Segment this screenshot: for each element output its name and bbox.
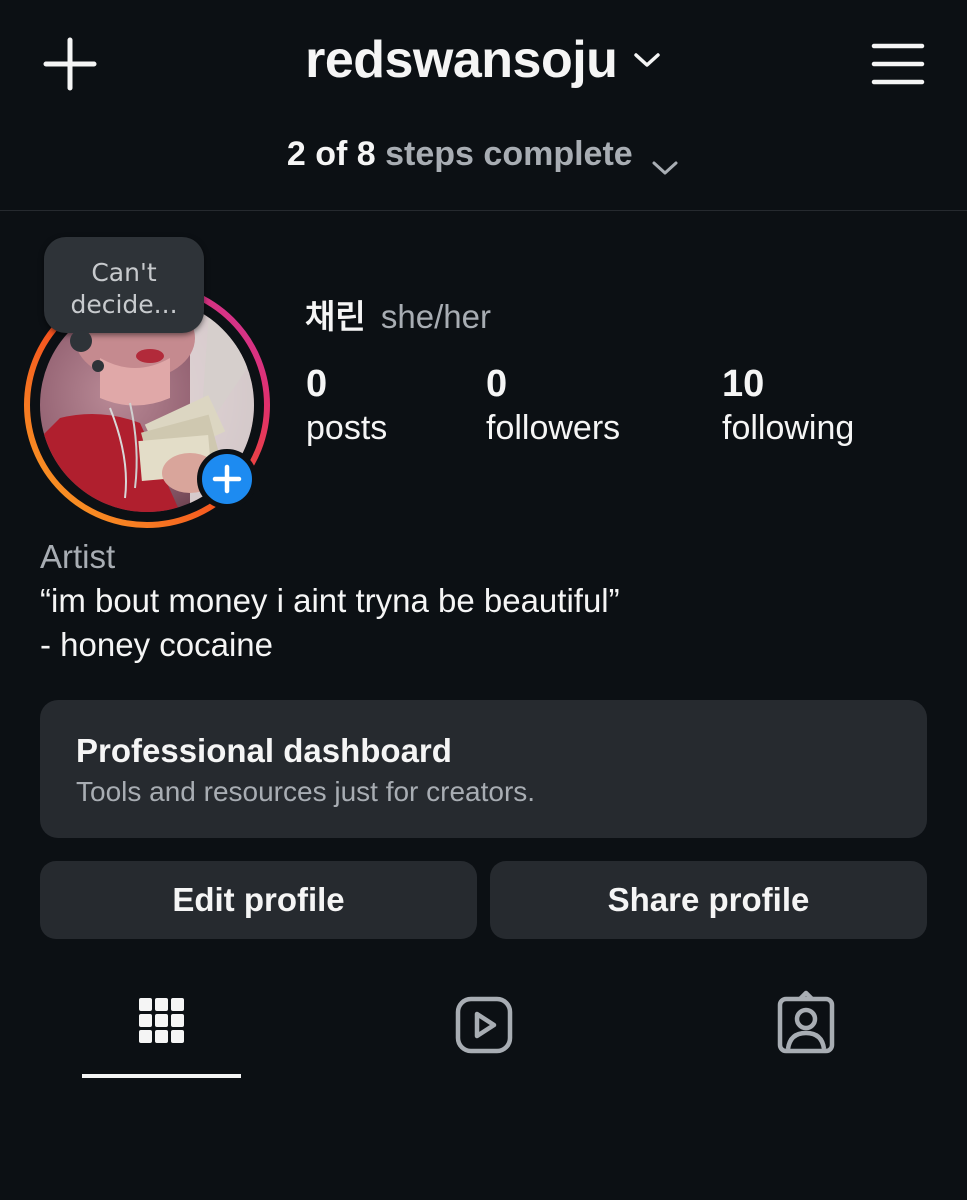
tab-reels[interactable] (434, 985, 534, 1065)
pronouns: she/her (380, 298, 491, 335)
account-switcher[interactable]: redswansoju (0, 30, 967, 90)
reels-icon (455, 996, 513, 1054)
menu-icon[interactable] (868, 40, 928, 88)
grid-icon (139, 998, 184, 1043)
stat-following[interactable]: 10 following (722, 362, 854, 450)
stat-followers-label: followers (486, 409, 621, 447)
share-profile-button[interactable]: Share profile (490, 861, 927, 939)
display-name-text: 채린 (305, 298, 366, 335)
stat-posts-label: posts (306, 409, 388, 447)
stat-followers-value: 0 (486, 363, 508, 405)
profile-steps-progress[interactable]: 2 of 8 steps complete (0, 135, 967, 175)
tab-tagged[interactable] (756, 985, 856, 1065)
plus-icon (212, 464, 242, 494)
header-divider (0, 210, 967, 211)
bio-line: - honey cocaine (40, 626, 273, 663)
tab-posts-grid[interactable] (111, 985, 211, 1065)
dashboard-title: Professional dashboard (76, 732, 452, 769)
dashboard-subtitle: Tools and resources just for creators. (76, 776, 536, 807)
bio-category: Artist (40, 538, 116, 575)
stat-following-value: 10 (722, 363, 765, 405)
active-tab-indicator (82, 1074, 241, 1078)
stat-posts[interactable]: 0 posts (306, 362, 387, 450)
stat-posts-value: 0 (306, 363, 328, 405)
steps-count: 2 of 8 (286, 135, 376, 173)
add-story-button[interactable] (197, 449, 257, 509)
chevron-down-icon (632, 50, 662, 70)
stat-followers[interactable]: 0 followers (486, 362, 620, 450)
bio: Artist “im bout money i aint tryna be be… (40, 535, 620, 667)
username: redswansoju (305, 31, 618, 89)
tagged-icon (777, 990, 835, 1054)
professional-dashboard-card[interactable]: Professional dashboard Tools and resourc… (40, 700, 927, 838)
steps-label: steps complete (385, 135, 633, 173)
stat-following-label: following (722, 409, 855, 447)
chevron-down-icon (650, 147, 680, 175)
bio-line: “im bout money i aint tryna be beautiful… (40, 582, 620, 619)
note-text: Can't decide... (70, 258, 178, 319)
note-bubble-tail-small (92, 360, 104, 372)
note-bubble[interactable]: Can't decide... (44, 237, 204, 333)
display-name: 채린 she/her (305, 290, 491, 338)
edit-profile-button[interactable]: Edit profile (40, 861, 477, 939)
note-bubble-tail (70, 330, 92, 352)
